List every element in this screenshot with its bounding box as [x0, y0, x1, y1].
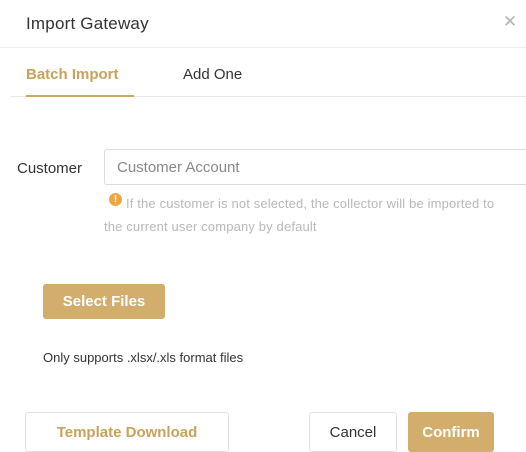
- customer-account-input[interactable]: [104, 149, 526, 185]
- customer-label: Customer: [17, 160, 83, 177]
- tab-add-one[interactable]: Add One: [183, 66, 242, 84]
- header-divider: [0, 47, 526, 48]
- warning-icon: !: [109, 193, 122, 206]
- file-format-note: Only supports .xlsx/.xls format files: [43, 350, 244, 365]
- select-files-button[interactable]: Select Files: [43, 284, 165, 319]
- tab-batch-import[interactable]: Batch Import: [26, 66, 119, 84]
- dialog-title: Import Gateway: [26, 14, 149, 33]
- import-gateway-dialog: Import Gateway ✕ Batch Import Add One Cu…: [0, 0, 526, 452]
- customer-hint-text: If the customer is not selected, the col…: [104, 196, 495, 234]
- confirm-button[interactable]: Confirm: [408, 412, 494, 452]
- template-download-button[interactable]: Template Download: [25, 412, 229, 452]
- close-icon[interactable]: ✕: [500, 12, 520, 32]
- active-tab-indicator: [26, 95, 134, 97]
- cancel-button[interactable]: Cancel: [309, 412, 397, 452]
